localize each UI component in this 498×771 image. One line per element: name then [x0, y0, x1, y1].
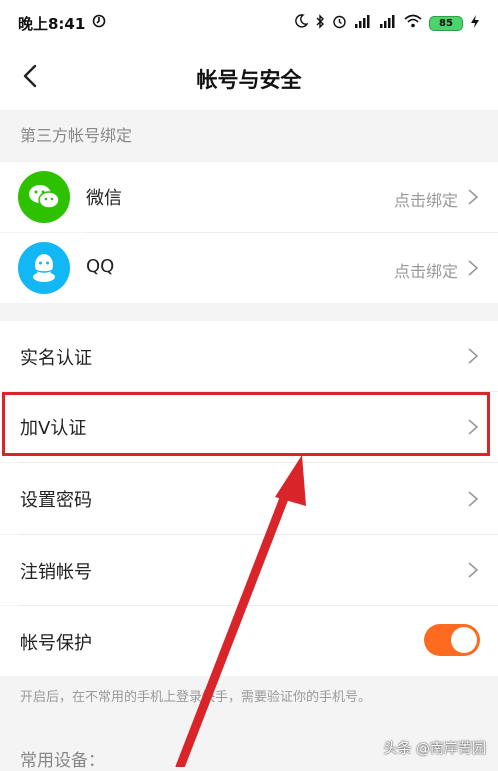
status-bar: 晚上8:41 85: [0, 0, 498, 46]
qq-label: QQ: [86, 256, 115, 277]
chevron-right-icon: [468, 348, 479, 364]
bluetooth-icon: [315, 13, 325, 33]
chevron-right-icon: [468, 491, 479, 507]
set-password-label: 设置密码: [20, 490, 92, 511]
watermark-text: 头条 @南岸菁园: [383, 741, 486, 757]
moon-icon: [294, 14, 309, 32]
wechat-label: 微信: [86, 188, 122, 209]
status-time: 晚上8:41: [18, 14, 86, 33]
wechat-icon: [18, 171, 70, 223]
qq-icon: [18, 242, 70, 294]
qq-bind-action: 点击绑定: [393, 262, 458, 281]
section-header-third-party: 第三方帐号绑定: [0, 110, 498, 162]
toggle-knob: [451, 627, 477, 653]
notification-icon: [92, 14, 106, 32]
v-verification-row[interactable]: 加V认证: [0, 392, 498, 462]
real-name-verification-label: 实名认证: [20, 348, 92, 369]
common-devices-header: 常用设备：: [20, 751, 105, 771]
v-verification-label: 加V认证: [20, 418, 87, 439]
real-name-verification-row[interactable]: 实名认证: [0, 321, 498, 391]
account-protection-note: 开启后，在不常用的手机上登录快手，需要验证你的手机号。: [20, 690, 372, 705]
section-gap: [0, 303, 498, 321]
account-protection-toggle[interactable]: [424, 624, 480, 656]
wechat-bind-action: 点击绑定: [393, 191, 458, 210]
account-protection-row: 帐号保护: [0, 606, 498, 676]
wifi-icon: [404, 14, 422, 32]
signal-icon: [354, 14, 372, 32]
chevron-right-icon: [468, 419, 479, 435]
chevron-right-icon: [468, 562, 479, 578]
bind-wechat-row[interactable]: 微信 点击绑定: [0, 162, 498, 232]
account-protection-label: 帐号保护: [20, 633, 92, 654]
delete-account-label: 注销帐号: [20, 562, 92, 583]
page-title: 帐号与安全: [196, 68, 302, 92]
alarm-icon: [332, 14, 347, 33]
chevron-right-icon: [468, 189, 479, 205]
set-password-row[interactable]: 设置密码: [0, 463, 498, 534]
charging-icon: [470, 14, 480, 33]
signal-icon: [379, 14, 397, 32]
nav-bar: 帐号与安全: [0, 46, 498, 110]
battery-icon: 85: [429, 15, 463, 31]
chevron-right-icon: [468, 260, 479, 276]
bind-qq-row[interactable]: QQ 点击绑定: [0, 233, 498, 303]
delete-account-row[interactable]: 注销帐号: [0, 535, 498, 605]
